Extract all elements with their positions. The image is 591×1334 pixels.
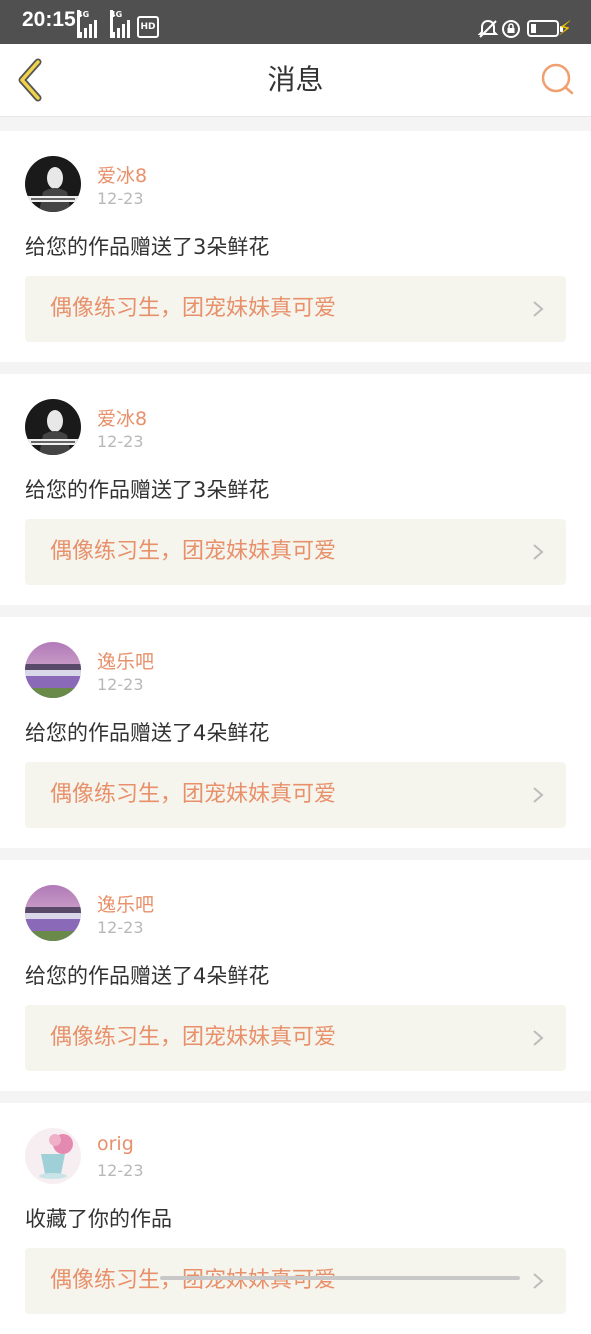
nav-bar: 消息: [0, 44, 591, 117]
message-card: 逸乐吧 12-23 给您的作品赠送了4朵鲜花 偶像练习生，团宠妹妹真可爱: [0, 860, 591, 1091]
message-card: 爱冰8 12-23 给您的作品赠送了3朵鲜花 偶像练习生，团宠妹妹真可爱: [0, 374, 591, 605]
work-title: 偶像练习生，团宠妹妹真可爱: [50, 296, 337, 321]
message-date: 12-23: [97, 918, 144, 937]
battery-icon: [527, 20, 563, 37]
work-link[interactable]: 偶像练习生，团宠妹妹真可爱: [25, 276, 566, 342]
hd-icon: HD: [137, 16, 159, 38]
lavender-field-avatar: [25, 885, 81, 941]
avatar[interactable]: [25, 885, 81, 941]
work-title: 偶像练习生，团宠妹妹真可爱: [50, 1268, 337, 1293]
message-date: 12-23: [97, 189, 144, 208]
message-text: 给您的作品赠送了3朵鲜花: [25, 235, 270, 259]
signal-icon: 4G: [77, 10, 99, 38]
work-link[interactable]: 偶像练习生，团宠妹妹真可爱: [25, 519, 566, 585]
work-link[interactable]: 偶像练习生，团宠妹妹真可爱: [25, 762, 566, 828]
message-text: 收藏了你的作品: [25, 1207, 172, 1231]
work-link[interactable]: 偶像练习生，团宠妹妹真可爱: [25, 1248, 566, 1314]
avatar[interactable]: [25, 1128, 81, 1184]
scroll-indicator: [160, 1276, 520, 1280]
message-text: 给您的作品赠送了4朵鲜花: [25, 721, 270, 745]
signal-icon: 4G: [110, 10, 132, 38]
flower-cup-avatar: [25, 1128, 81, 1184]
avatar[interactable]: [25, 156, 81, 212]
chevron-right-icon: [533, 787, 544, 803]
work-title: 偶像练习生，团宠妹妹真可爱: [50, 1025, 337, 1050]
search-button[interactable]: [536, 58, 580, 102]
charging-icon: ⚡: [558, 16, 573, 40]
alarm-off-icon: [478, 19, 498, 38]
username[interactable]: 爱冰8: [97, 404, 147, 431]
portrait-avatar: [25, 156, 81, 212]
message-card: orig 12-23 收藏了你的作品 偶像练习生，团宠妹妹真可爱: [0, 1103, 591, 1334]
username[interactable]: 逸乐吧: [97, 890, 154, 917]
username[interactable]: 爱冰8: [97, 161, 147, 188]
avatar[interactable]: [25, 642, 81, 698]
chevron-right-icon: [533, 1273, 544, 1289]
page-title: 消息: [267, 63, 324, 96]
search-icon: [541, 63, 574, 95]
message-text: 给您的作品赠送了4朵鲜花: [25, 964, 270, 988]
message-date: 12-23: [97, 432, 144, 451]
lock-rotation-icon: [502, 20, 520, 38]
username[interactable]: orig: [97, 1133, 134, 1155]
message-card: 逸乐吧 12-23 给您的作品赠送了4朵鲜花 偶像练习生，团宠妹妹真可爱: [0, 617, 591, 848]
work-title: 偶像练习生，团宠妹妹真可爱: [50, 539, 337, 564]
chevron-right-icon: [533, 301, 544, 317]
username[interactable]: 逸乐吧: [97, 647, 154, 674]
avatar[interactable]: [25, 399, 81, 455]
status-bar: 20:15 4G 4G HD ⚡: [0, 0, 591, 44]
chevron-right-icon: [533, 1030, 544, 1046]
status-time: 20:15: [22, 8, 76, 31]
message-date: 12-23: [97, 675, 144, 694]
work-title: 偶像练习生，团宠妹妹真可爱: [50, 782, 337, 807]
chevron-left-icon: [18, 58, 42, 102]
back-button[interactable]: [10, 54, 60, 106]
portrait-avatar: [25, 399, 81, 455]
chevron-right-icon: [533, 544, 544, 560]
message-date: 12-23: [97, 1161, 144, 1180]
lavender-field-avatar: [25, 642, 81, 698]
message-card: 爱冰8 12-23 给您的作品赠送了3朵鲜花 偶像练习生，团宠妹妹真可爱: [0, 131, 591, 362]
work-link[interactable]: 偶像练习生，团宠妹妹真可爱: [25, 1005, 566, 1071]
message-text: 给您的作品赠送了3朵鲜花: [25, 478, 270, 502]
message-list: 爱冰8 12-23 给您的作品赠送了3朵鲜花 偶像练习生，团宠妹妹真可爱 爱冰8…: [0, 117, 591, 1334]
